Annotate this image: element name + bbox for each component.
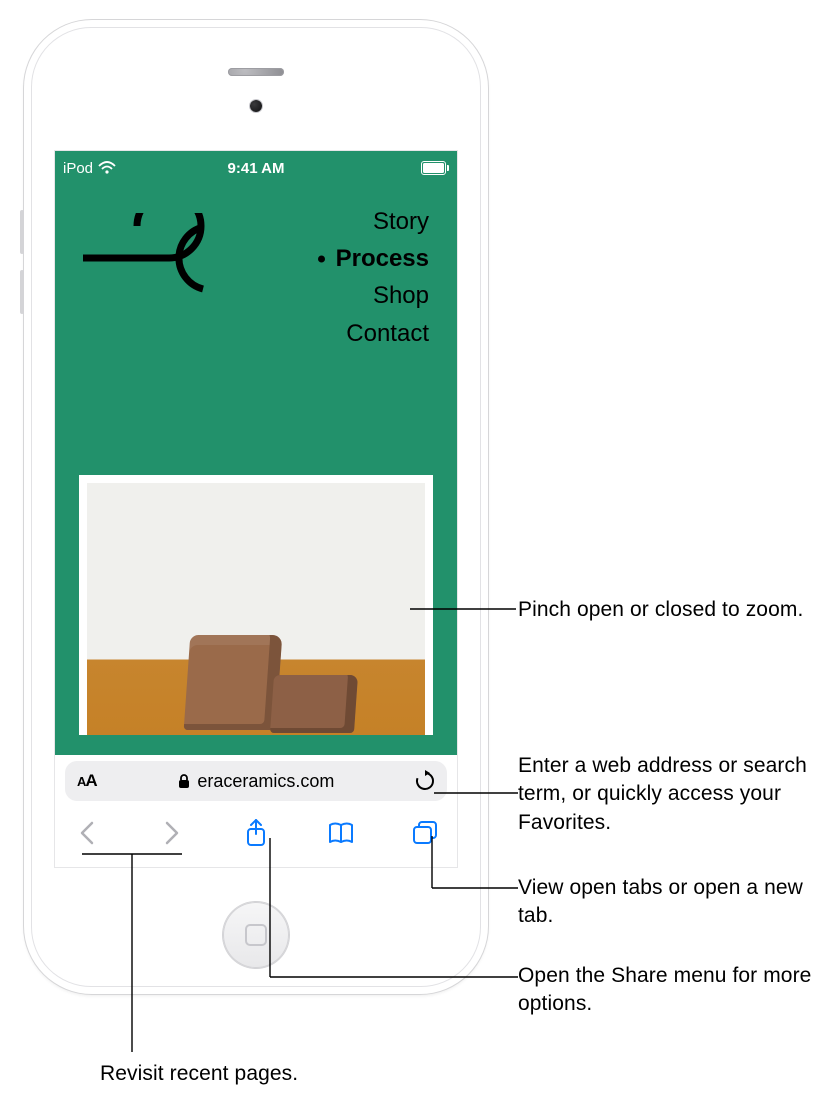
lock-icon bbox=[177, 773, 191, 789]
callout-tabs: View open tabs or open a new tab. bbox=[518, 874, 818, 931]
address-bar-wrap: AA eraceramics.com bbox=[55, 755, 457, 809]
volume-down-button bbox=[20, 270, 24, 314]
nav-item-contact[interactable]: Contact bbox=[336, 315, 429, 352]
text-size-button[interactable]: AA bbox=[77, 771, 97, 791]
callout-history: Revisit recent pages. bbox=[100, 1060, 298, 1088]
battery-icon bbox=[421, 161, 449, 175]
content-image bbox=[87, 483, 425, 735]
back-button[interactable] bbox=[67, 813, 107, 853]
volume-up-button bbox=[20, 210, 24, 254]
nav-item-story[interactable]: Story bbox=[336, 203, 429, 240]
callout-share: Open the Share menu for more options. bbox=[518, 962, 818, 1019]
content-image-frame bbox=[79, 475, 433, 735]
share-icon bbox=[244, 818, 268, 848]
callout-pinch: Pinch open or closed to zoom. bbox=[518, 596, 818, 624]
status-bar: iPod 9:41 AM bbox=[55, 151, 457, 185]
nav-item-shop[interactable]: Shop bbox=[336, 277, 429, 314]
url-text: eraceramics.com bbox=[197, 771, 334, 792]
reload-icon[interactable] bbox=[415, 770, 435, 792]
webpage-content[interactable]: Story Process Shop Contact bbox=[55, 185, 457, 755]
callout-address: Enter a web address or search term, or q… bbox=[518, 752, 818, 837]
earpiece bbox=[228, 68, 284, 76]
front-camera bbox=[250, 100, 262, 112]
site-logo-icon bbox=[79, 213, 219, 303]
carrier-label: iPod bbox=[63, 160, 93, 177]
address-bar[interactable]: AA eraceramics.com bbox=[65, 761, 447, 801]
status-time: 9:41 AM bbox=[228, 160, 285, 177]
forward-button[interactable] bbox=[152, 813, 192, 853]
screen: iPod 9:41 AM Story Process bbox=[54, 150, 458, 868]
wifi-icon bbox=[98, 161, 116, 175]
site-nav: Story Process Shop Contact bbox=[336, 203, 429, 352]
nav-item-process[interactable]: Process bbox=[336, 240, 429, 277]
